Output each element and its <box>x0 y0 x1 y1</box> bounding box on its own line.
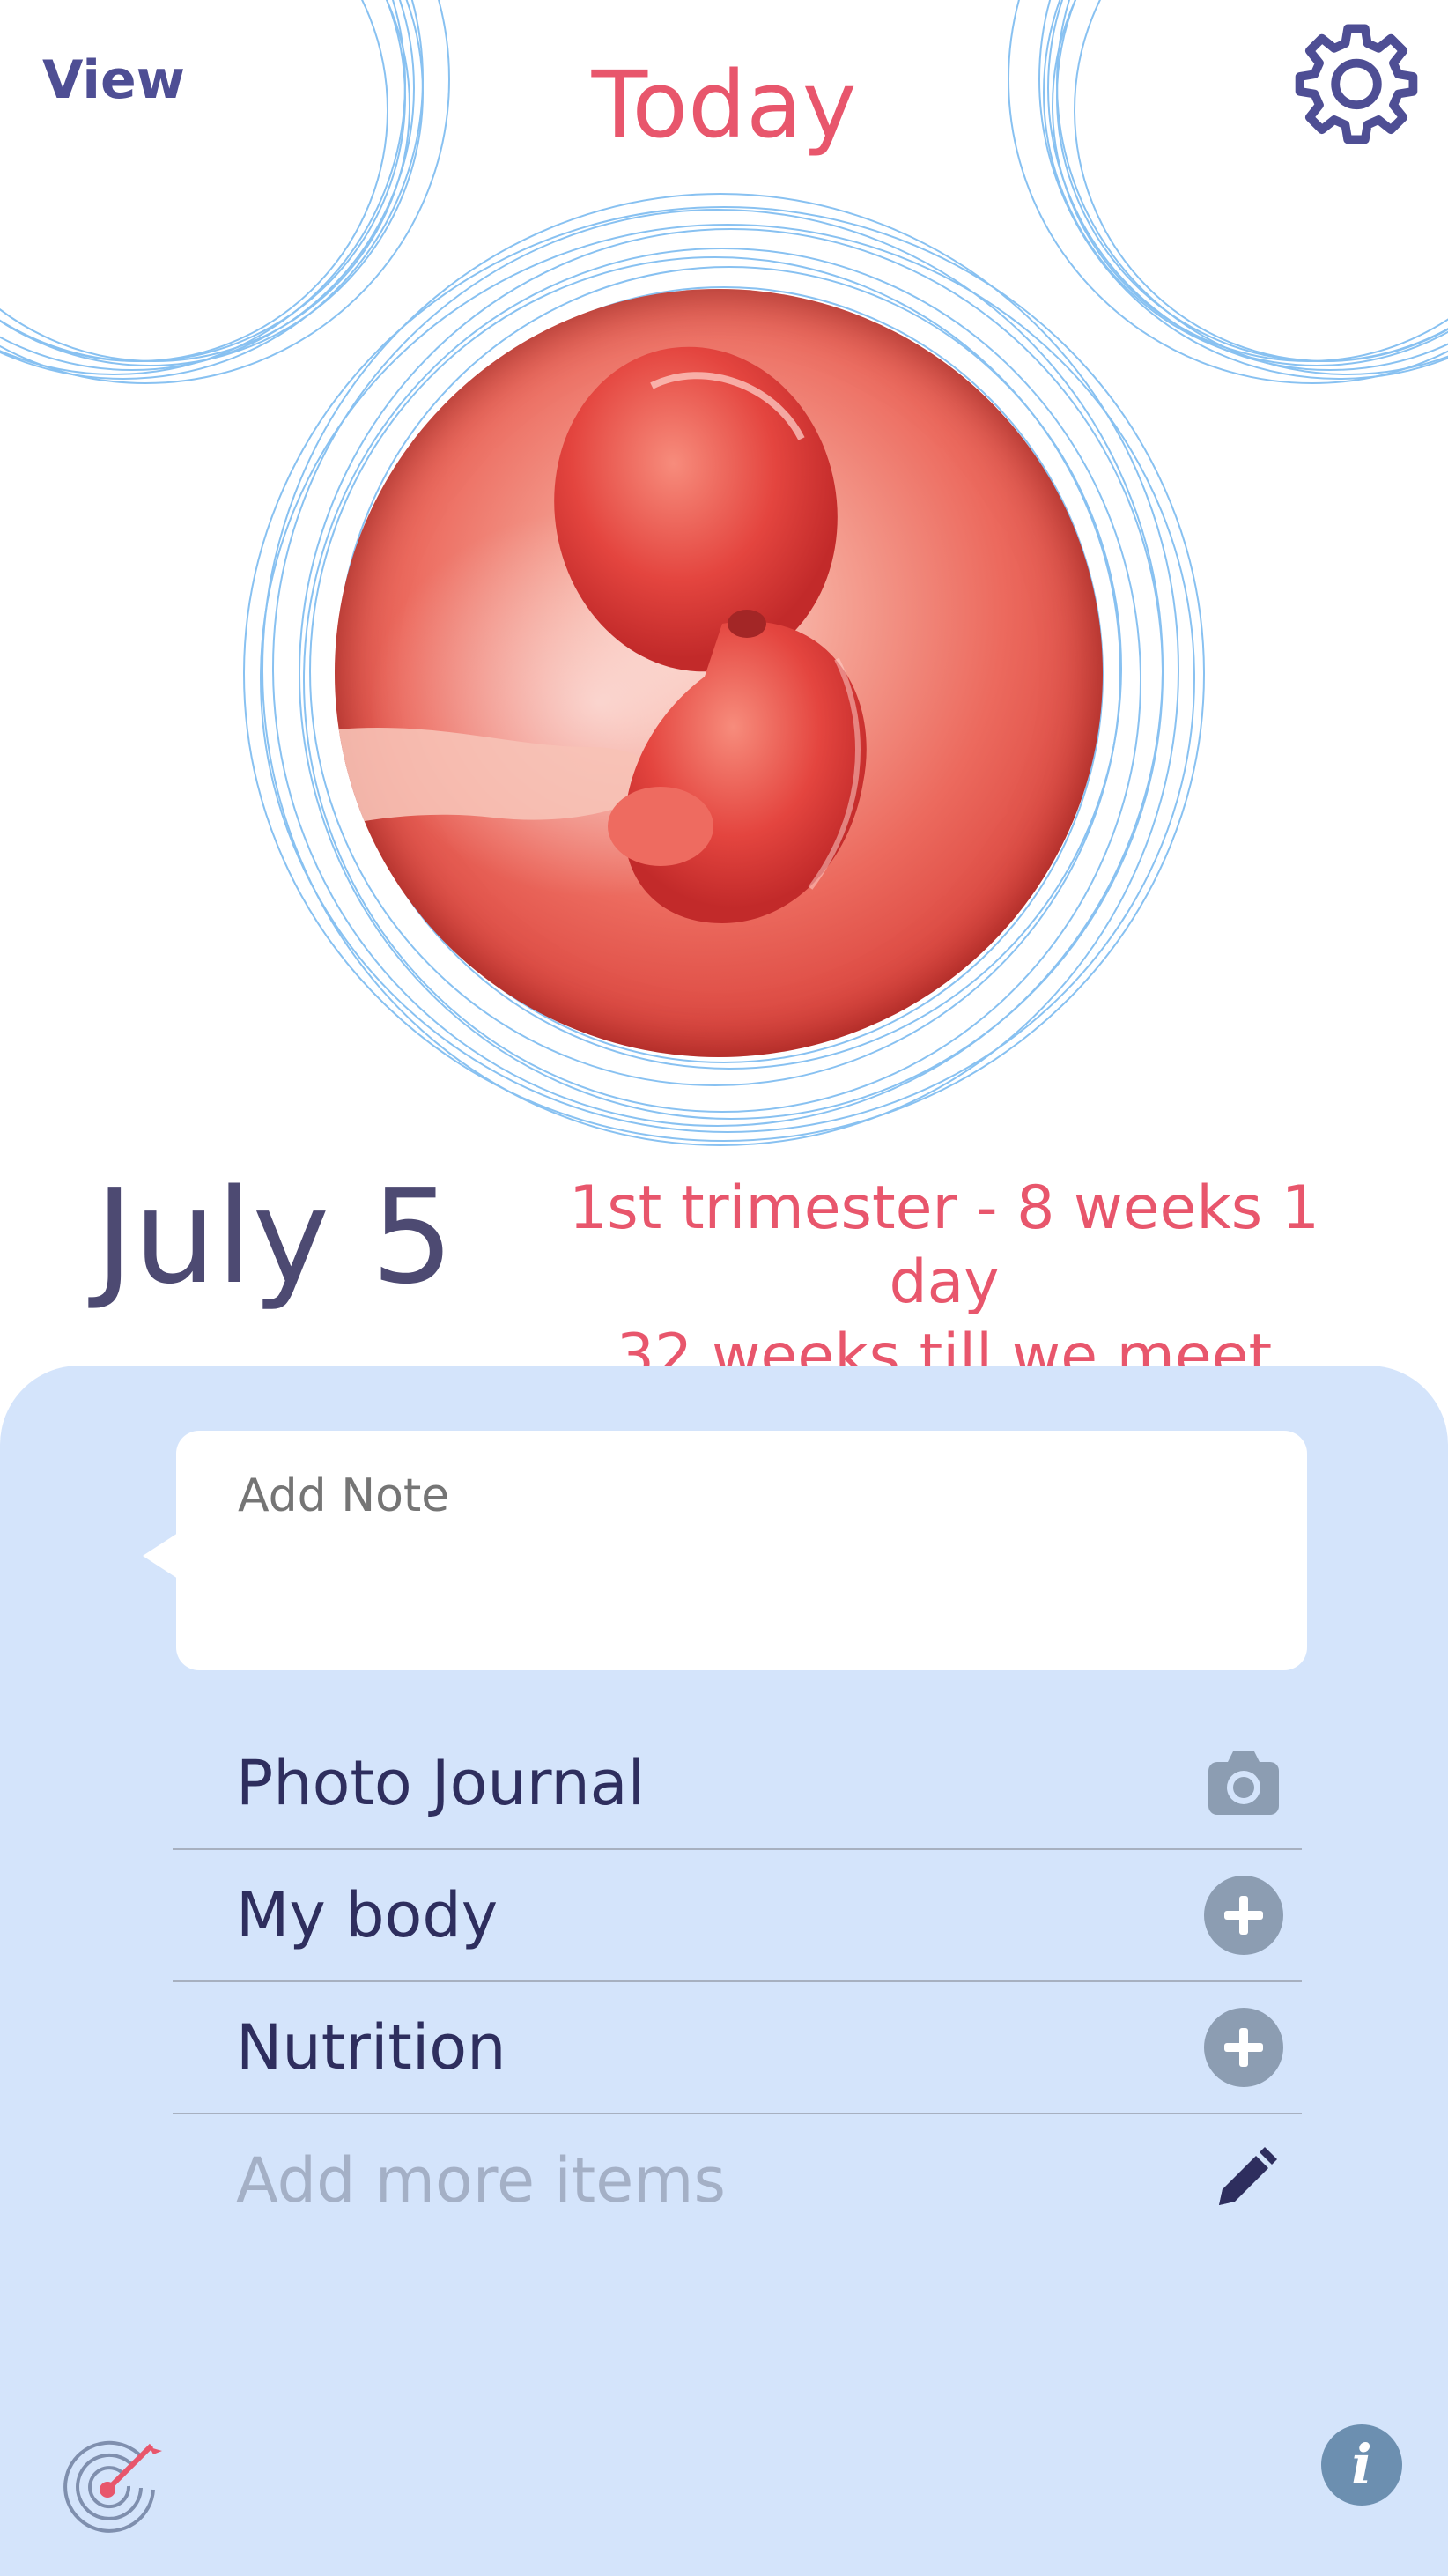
list-item-photo-journal[interactable]: Photo Journal <box>173 1718 1302 1850</box>
list-item-label: Photo Journal <box>236 1747 646 1819</box>
pencil-icon[interactable] <box>1203 2140 1284 2221</box>
tracking-list: Photo Journal My body Nutrition Add more… <box>173 1718 1302 2247</box>
trimester-text: 1st trimester - 8 weeks 1 day <box>568 1173 1320 1317</box>
target-icon[interactable] <box>56 2424 171 2539</box>
note-bubble-tail <box>143 1533 178 1579</box>
pregnancy-status: 1st trimester - 8 weeks 1 day 32 weeks t… <box>546 1172 1342 1394</box>
note-box[interactable] <box>176 1431 1307 1670</box>
list-item-nutrition[interactable]: Nutrition <box>173 1982 1302 2114</box>
plus-circle-icon[interactable] <box>1203 1875 1284 1956</box>
camera-icon[interactable] <box>1203 1743 1284 1824</box>
add-note-input[interactable] <box>238 1469 1277 1522</box>
list-item-label: My body <box>236 1879 499 1951</box>
embryo-illustration <box>335 289 1103 1057</box>
list-item-label: Nutrition <box>236 2011 506 2084</box>
page-title: Today <box>591 51 857 159</box>
info-icon[interactable]: i <box>1321 2424 1402 2506</box>
list-item-my-body[interactable]: My body <box>173 1850 1302 1982</box>
gear-icon[interactable] <box>1295 21 1418 144</box>
current-date: July 5 <box>95 1161 454 1313</box>
list-item-add-more[interactable]: Add more items <box>173 2114 1302 2247</box>
list-item-label: Add more items <box>236 2144 726 2217</box>
plus-circle-icon[interactable] <box>1203 2007 1284 2088</box>
